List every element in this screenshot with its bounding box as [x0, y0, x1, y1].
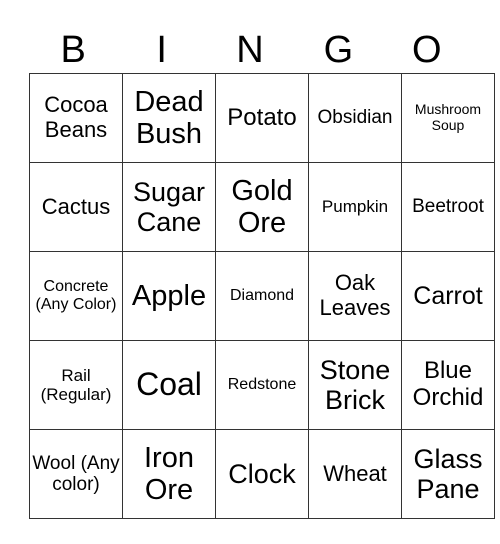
bingo-cell[interactable]: Concrete (Any Color) [29, 251, 123, 341]
grid-row: Concrete (Any Color) Apple Diamond Oak L… [29, 251, 495, 341]
bingo-cell[interactable]: Iron Ore [122, 429, 216, 519]
bingo-cell[interactable]: Apple [122, 251, 216, 341]
bingo-cell[interactable]: Redstone [215, 340, 309, 430]
bingo-cell[interactable]: Mushroom Soup [401, 73, 495, 163]
bingo-cell[interactable]: Diamond [215, 251, 309, 341]
bingo-cell[interactable]: Potato [215, 73, 309, 163]
bingo-cell[interactable]: Wheat [308, 429, 402, 519]
grid-row: Cactus Sugar Cane Gold Ore Pumpkin Beetr… [29, 162, 495, 252]
bingo-cell[interactable]: Clock [215, 429, 309, 519]
bingo-cell[interactable]: Oak Leaves [308, 251, 402, 341]
bingo-cell[interactable]: Stone Brick [308, 340, 402, 430]
bingo-cell[interactable]: Cactus [29, 162, 123, 252]
bingo-cell[interactable]: Sugar Cane [122, 162, 216, 252]
bingo-cell[interactable]: Beetroot [401, 162, 495, 252]
bingo-cell[interactable]: Obsidian [308, 73, 402, 163]
bingo-header: B I N G O [29, 28, 471, 73]
bingo-cell[interactable]: Pumpkin [308, 162, 402, 252]
header-letter-g: G [323, 29, 354, 71]
header-letter-b: B [60, 29, 86, 71]
bingo-cell[interactable]: Rail (Regular) [29, 340, 123, 430]
bingo-cell[interactable]: Coal [122, 340, 216, 430]
bingo-cell[interactable]: Cocoa Beans [29, 73, 123, 163]
grid-row: Wool (Any color) Iron Ore Clock Wheat Gl… [29, 429, 495, 519]
grid-row: Rail (Regular) Coal Redstone Stone Brick… [29, 340, 495, 430]
bingo-grid: Cocoa Beans Dead Bush Potato Obsidian Mu… [29, 73, 495, 519]
bingo-cell[interactable]: Blue Orchid [401, 340, 495, 430]
bingo-cell[interactable]: Carrot [401, 251, 495, 341]
bingo-cell[interactable]: Wool (Any color) [29, 429, 123, 519]
header-letter-i: I [156, 29, 167, 71]
grid-row: Cocoa Beans Dead Bush Potato Obsidian Mu… [29, 73, 495, 163]
bingo-cell[interactable]: Glass Pane [401, 429, 495, 519]
header-letter-n: N [236, 29, 264, 71]
bingo-cell[interactable]: Dead Bush [122, 73, 216, 163]
bingo-cell[interactable]: Gold Ore [215, 162, 309, 252]
header-letter-o: O [412, 29, 442, 71]
